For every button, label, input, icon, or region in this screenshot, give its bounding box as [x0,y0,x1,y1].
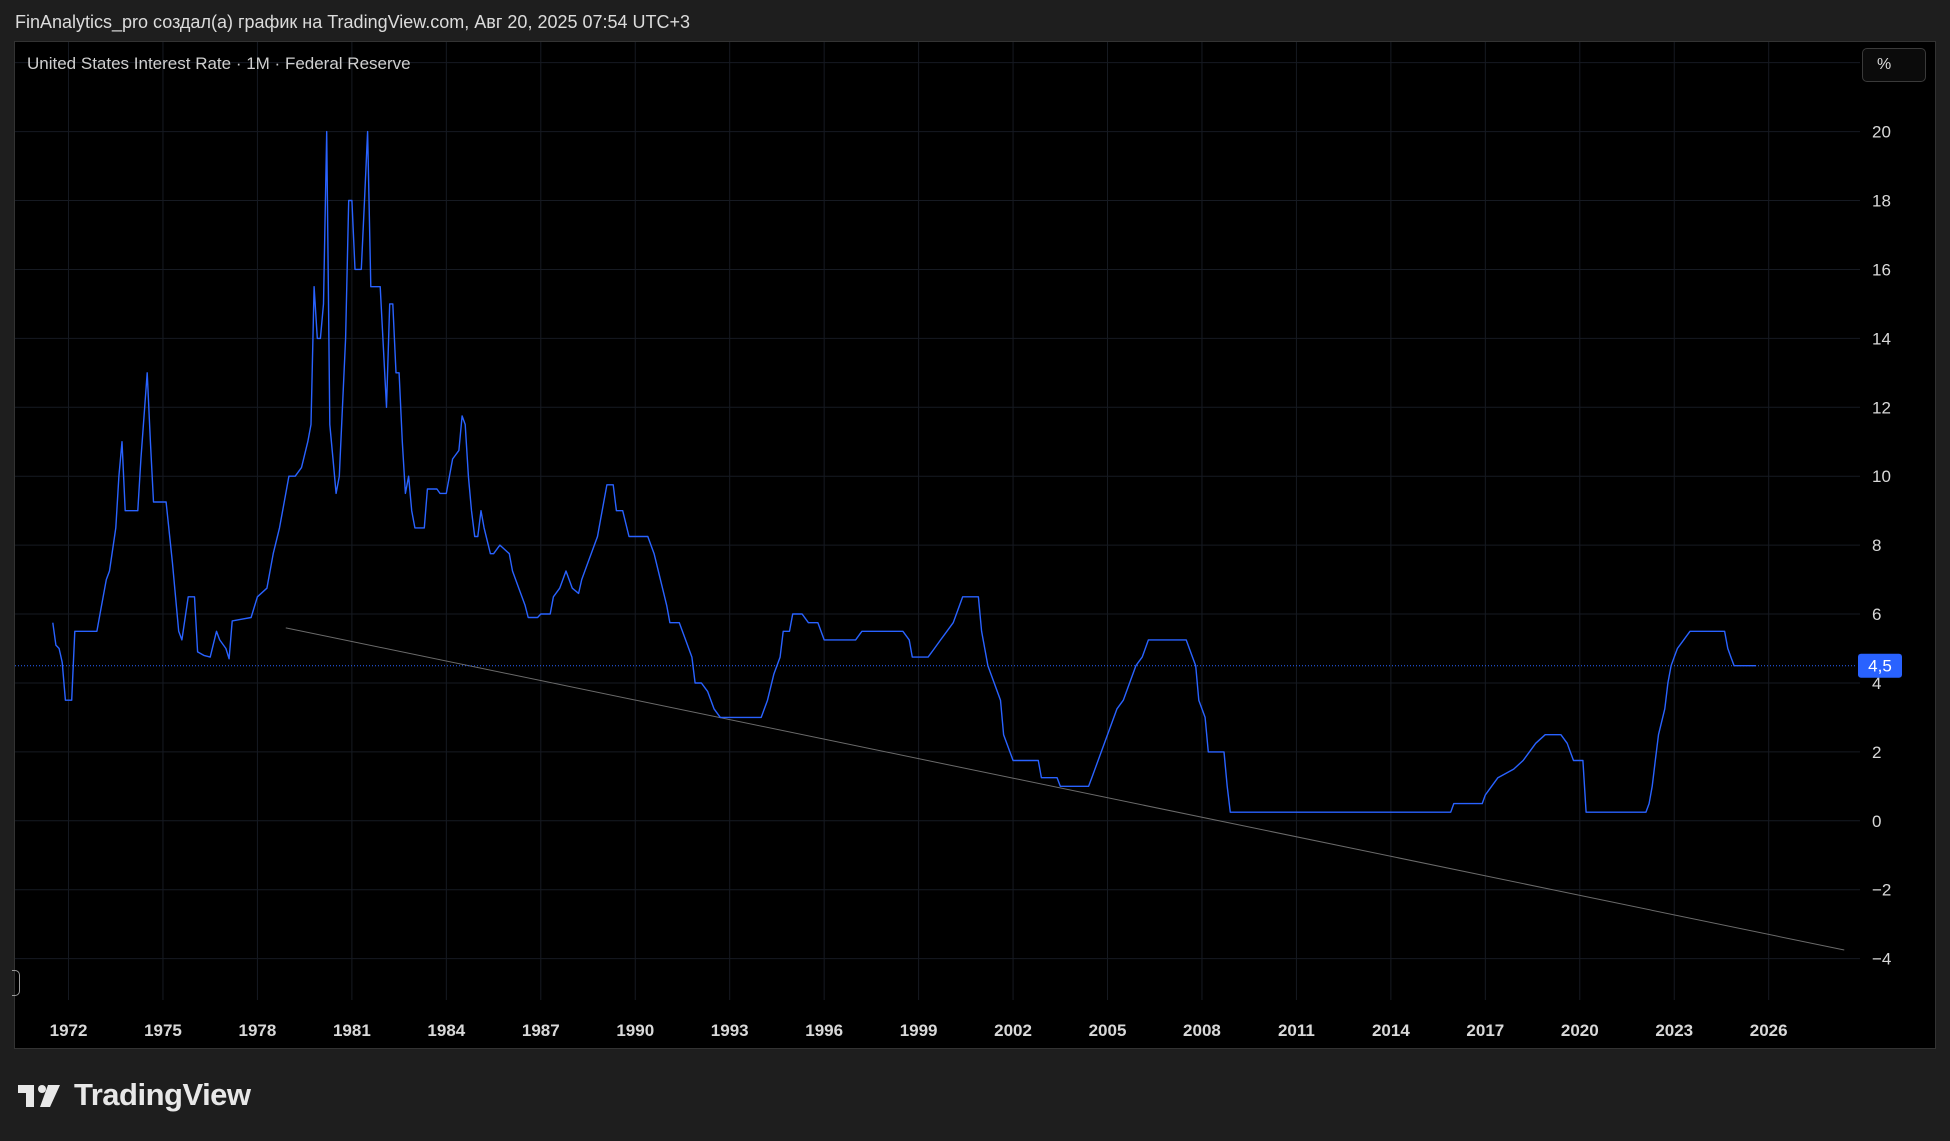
last-value-label: 4,5 [1868,657,1892,676]
x-tick-label: 2002 [994,1021,1032,1040]
y-tick-label: 0 [1872,812,1881,831]
series-layer [52,130,1757,813]
x-tick-label: 2005 [1089,1021,1127,1040]
footer-logo: TradingView [18,1075,251,1115]
unit-toggle-button[interactable]: % [1862,48,1926,82]
x-tick-label: 1996 [805,1021,843,1040]
x-tick-label: 1978 [239,1021,277,1040]
x-tick-label: 2014 [1372,1021,1410,1040]
x-axis: 1972 1975 1978 1981 1984 1987 1990 1993 1996 1999… [50,1021,1788,1040]
x-tick-label: 1975 [144,1021,182,1040]
tradingview-logo-icon [18,1085,60,1107]
y-tick-label: −4 [1872,950,1891,969]
x-tick-label: 1999 [900,1021,938,1040]
y-tick-label: 18 [1872,192,1891,211]
y-tick-label: 20 [1872,123,1891,142]
y-tick-label: 14 [1872,329,1891,348]
y-tick-label: 2 [1872,743,1881,762]
y-tick-label: 16 [1872,260,1891,279]
chart-title[interactable]: United States Interest Rate · 1M · Feder… [27,54,411,74]
x-tick-label: 1972 [50,1021,88,1040]
trendline [285,627,1845,951]
trendline-layer [285,627,1845,951]
chart-svg[interactable]: 2220181614121086420−2−4 1972197519781981… [0,0,1950,1141]
x-tick-label: 1981 [333,1021,371,1040]
x-tick-label: 2020 [1561,1021,1599,1040]
footer-brand-text: TradingView [74,1077,251,1112]
x-tick-label: 2011 [1278,1021,1315,1040]
y-tick-label: 10 [1872,467,1891,486]
y-tick-label: 12 [1872,398,1891,417]
drawing-toolbar-handle[interactable] [12,970,20,996]
y-tick-label: 6 [1872,605,1881,624]
y-tick-label: −2 [1872,881,1891,900]
last-value-badge-layer: 4,5 [1858,653,1902,678]
unit-label: % [1877,56,1892,73]
y-tick-label: 8 [1872,536,1881,555]
x-tick-label: 1984 [427,1021,465,1040]
x-tick-label: 2023 [1655,1021,1693,1040]
series-line-0 [52,130,1757,813]
grid-layer [15,42,1860,1000]
x-tick-label: 2017 [1466,1021,1504,1040]
x-tick-label: 1987 [522,1021,560,1040]
x-tick-label: 2008 [1183,1021,1221,1040]
x-tick-label: 1990 [616,1021,654,1040]
x-tick-label: 2026 [1750,1021,1788,1040]
x-tick-label: 1993 [711,1021,749,1040]
y-axis: 2220181614121086420−2−4 [1872,54,1891,969]
